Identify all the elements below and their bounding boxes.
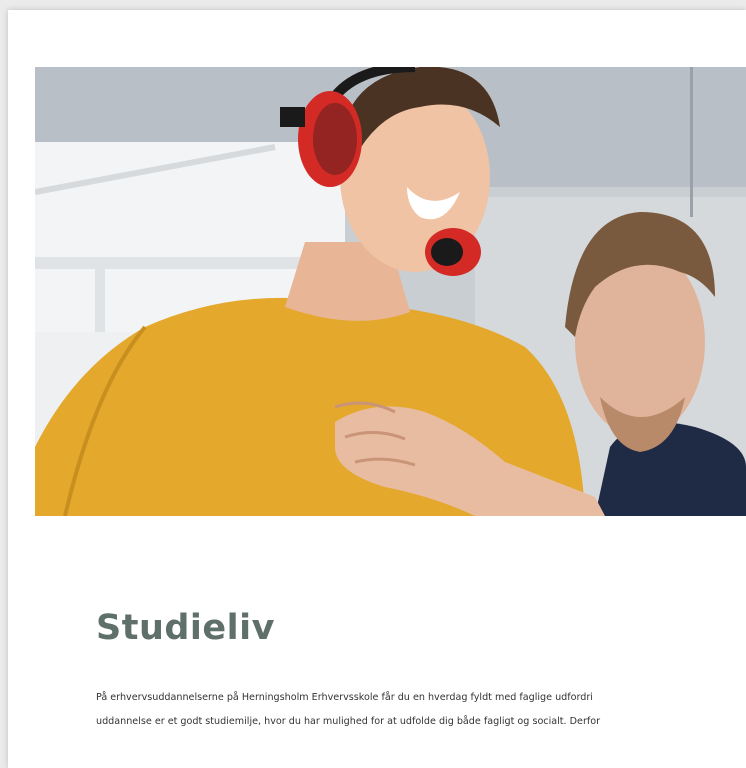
paragraph-line: uddannelse er et godt studiemilje, hvor … bbox=[96, 716, 601, 727]
window-frame bbox=[35, 257, 335, 269]
intro-paragraph: På erhvervsuddannelserne på Herningsholm… bbox=[96, 686, 746, 734]
wall-edge bbox=[690, 67, 693, 217]
section-title: Studieliv bbox=[96, 608, 275, 648]
paragraph-line: På erhvervsuddannelserne på Herningsholm… bbox=[96, 692, 593, 703]
hero-photo bbox=[35, 67, 746, 516]
earmuff-right-cushion bbox=[431, 238, 463, 266]
hero-photo-illustration bbox=[35, 67, 746, 516]
earmuff-hinge bbox=[280, 107, 305, 127]
document-page: Studieliv På erhvervsuddannelserne på He… bbox=[8, 10, 746, 768]
earmuff-left-shadow bbox=[313, 103, 357, 175]
